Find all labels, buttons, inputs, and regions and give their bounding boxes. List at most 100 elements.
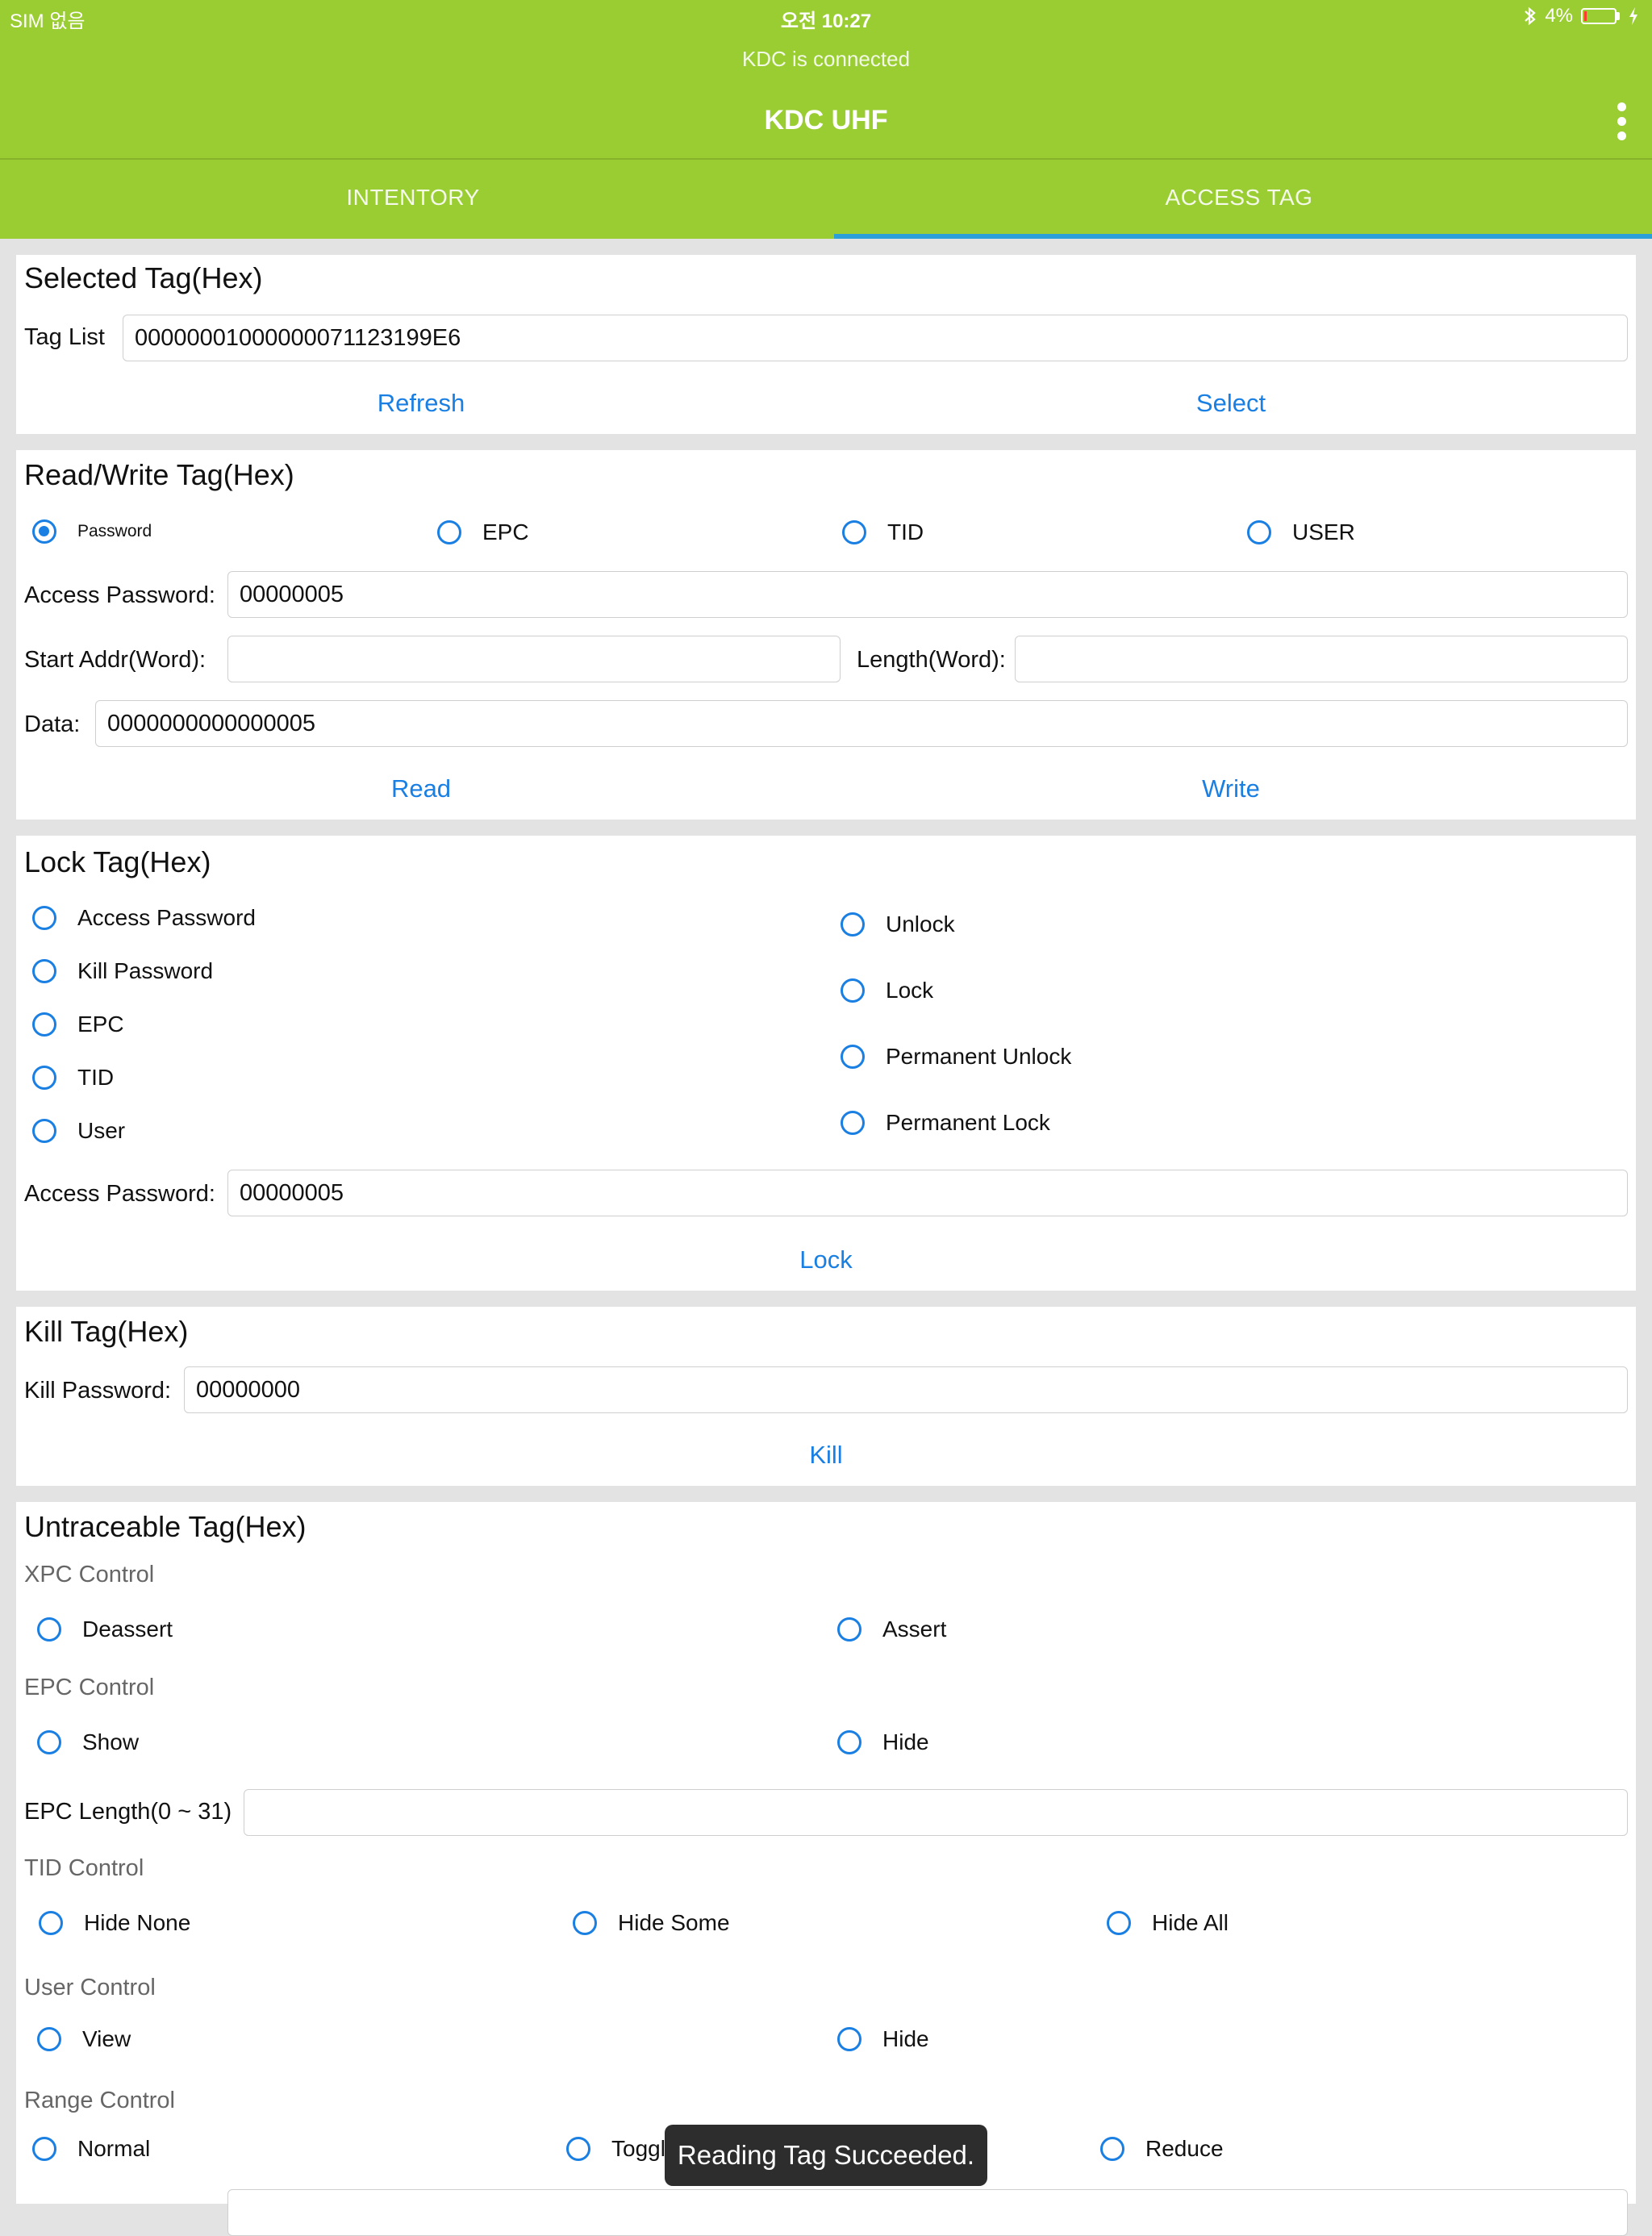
radio-lock-target-kill-password[interactable]: Kill Password (32, 958, 213, 984)
kill-password-label: Kill Password: (24, 1378, 172, 1404)
selected-tag-card: Selected Tag(Hex) Tag List 0000000100000… (16, 255, 1636, 434)
radio-bank-tid[interactable]: TID (842, 519, 924, 545)
radio-lock-action-lock[interactable]: Lock (841, 978, 933, 1003)
radio-bank-epc[interactable]: EPC (437, 519, 529, 545)
select-button[interactable]: Select (826, 389, 1636, 418)
radio-label: TID (887, 519, 924, 544)
radio-label: USER (1292, 519, 1355, 544)
radio-unselected-icon (1247, 520, 1271, 544)
radio-label: Access Password (77, 905, 256, 930)
radio-xpc-deassert[interactable]: Deassert (37, 1617, 173, 1642)
radio-tid-hide-some[interactable]: Hide Some (573, 1910, 730, 1936)
radio-xpc-assert[interactable]: Assert (837, 1617, 946, 1642)
start-addr-field[interactable] (227, 636, 841, 682)
kill-password-field[interactable]: 00000000 (184, 1366, 1628, 1413)
radio-label: Normal (77, 2136, 151, 2161)
radio-label: Hide (882, 1729, 929, 1754)
write-button[interactable]: Write (826, 774, 1636, 803)
radio-unselected-icon (37, 2027, 61, 2051)
lock-access-password-field[interactable]: 00000005 (227, 1170, 1628, 1216)
read-write-card: Read/Write Tag(Hex) Password EPC TID USE… (16, 450, 1636, 820)
status-bar: SIM 없음 오전 10:27 4% (0, 0, 1652, 35)
radio-unselected-icon (842, 520, 866, 544)
radio-unselected-icon (837, 2027, 861, 2051)
radio-tid-hide-all[interactable]: Hide All (1107, 1910, 1229, 1936)
epc-length-field[interactable] (244, 1789, 1628, 1836)
radio-epc-show[interactable]: Show (37, 1729, 139, 1755)
radio-user-view[interactable]: View (37, 2026, 131, 2052)
clock: 오전 10:27 (780, 10, 872, 32)
radio-label: User (77, 1118, 126, 1143)
app-header: SIM 없음 오전 10:27 4% KDC is connected KDC … (0, 0, 1652, 239)
radio-unselected-icon (837, 1730, 861, 1754)
access-password-field[interactable]: 00000005 (227, 571, 1628, 618)
radio-unselected-icon (573, 1911, 597, 1935)
tab-access-tag[interactable]: ACCESS TAG (826, 160, 1652, 236)
kill-button[interactable]: Kill (16, 1441, 1636, 1470)
radio-selected-icon (32, 519, 56, 544)
radio-unselected-icon (39, 1911, 63, 1935)
radio-bank-user[interactable]: USER (1247, 519, 1355, 545)
lock-button[interactable]: Lock (16, 1245, 1636, 1274)
radio-unselected-icon (37, 1617, 61, 1642)
radio-range-toggle[interactable]: Toggle (566, 2136, 678, 2162)
xpc-control-label: XPC Control (24, 1562, 155, 1587)
refresh-button[interactable]: Refresh (16, 389, 826, 418)
read-button[interactable]: Read (16, 774, 826, 803)
radio-unselected-icon (1100, 2137, 1124, 2161)
tid-control-label: TID Control (24, 1855, 144, 1881)
radio-lock-target-user[interactable]: User (32, 1118, 125, 1144)
selected-tag-title: Selected Tag(Hex) (24, 261, 263, 294)
radio-unselected-icon (32, 2137, 56, 2161)
radio-label: Lock (886, 978, 934, 1003)
lock-access-password-label: Access Password: (24, 1181, 215, 1207)
access-password-label: Access Password: (24, 582, 215, 608)
toast-message: Reading Tag Succeeded. (665, 2125, 987, 2186)
data-label: Data: (24, 711, 81, 737)
radio-range-reduce[interactable]: Reduce (1100, 2136, 1224, 2162)
length-field[interactable] (1015, 636, 1628, 682)
radio-label: Kill Password (77, 958, 214, 983)
radio-user-hide[interactable]: Hide (837, 2026, 929, 2052)
bluetooth-icon (1525, 6, 1536, 26)
radio-lock-target-tid[interactable]: TID (32, 1065, 114, 1091)
data-field[interactable]: 0000000000000005 (95, 700, 1628, 747)
radio-label: EPC (77, 1012, 124, 1037)
radio-bank-password[interactable]: Password (32, 519, 152, 544)
tab-inventory[interactable]: INTENTORY (0, 160, 826, 236)
radio-unselected-icon (841, 912, 865, 937)
radio-lock-action-permanent-unlock[interactable]: Permanent Unlock (841, 1044, 1071, 1070)
epc-control-label: EPC Control (24, 1675, 155, 1700)
radio-unselected-icon (841, 1045, 865, 1069)
radio-lock-target-epc[interactable]: EPC (32, 1012, 124, 1037)
radio-label: EPC (482, 519, 529, 544)
tag-list-field[interactable]: 00000001000000071123199E6 (123, 315, 1628, 361)
radio-unselected-icon (32, 906, 56, 930)
tag-list-label: Tag List (24, 324, 105, 350)
battery-icon (1581, 8, 1620, 24)
charging-bolt-icon (1629, 7, 1637, 25)
user-control-label: User Control (24, 1975, 156, 2000)
radio-label: Hide Some (618, 1910, 730, 1935)
range-control-label: Range Control (24, 2088, 175, 2113)
radio-label: Show (82, 1729, 140, 1754)
radio-range-normal[interactable]: Normal (32, 2136, 150, 2162)
radio-unselected-icon (1107, 1911, 1131, 1935)
radio-label: Reduce (1145, 2136, 1224, 2161)
radio-label: Password (77, 522, 152, 540)
radio-unselected-icon (32, 1066, 56, 1090)
radio-epc-hide[interactable]: Hide (837, 1729, 929, 1755)
radio-lock-action-permanent-lock[interactable]: Permanent Lock (841, 1110, 1050, 1136)
range-input-field[interactable] (227, 2189, 1628, 2236)
radio-tid-hide-none[interactable]: Hide None (39, 1910, 190, 1936)
start-addr-label: Start Addr(Word): (24, 647, 206, 673)
radio-unselected-icon (837, 1617, 861, 1642)
radio-lock-action-unlock[interactable]: Unlock (841, 912, 955, 937)
radio-unselected-icon (37, 1730, 61, 1754)
radio-lock-target-access-password[interactable]: Access Password (32, 905, 256, 931)
overflow-menu-icon[interactable] (1599, 95, 1644, 147)
battery-level (1584, 11, 1587, 21)
epc-length-label: EPC Length(0 ~ 31) (24, 1799, 232, 1825)
radio-label: Assert (882, 1617, 947, 1642)
radio-label: Hide (882, 2026, 929, 2051)
